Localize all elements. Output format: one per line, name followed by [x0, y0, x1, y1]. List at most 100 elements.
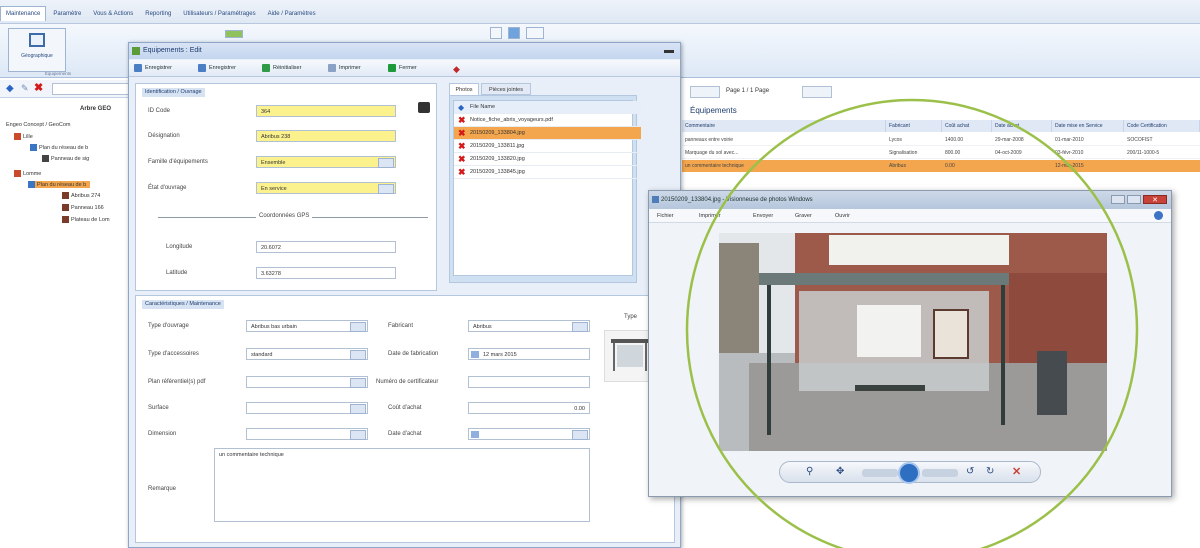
delete-icon[interactable]: ✖	[458, 114, 466, 127]
maximize-icon[interactable]	[1127, 195, 1141, 204]
tree-node-plan-lille[interactable]: Plan du réseau de b	[30, 144, 88, 151]
tree-search-input[interactable]	[52, 83, 132, 95]
photo-row-selected[interactable]: ✖ 20150209_133804.jpg	[454, 127, 641, 140]
table-row[interactable]: panneaux entre voirie Lycos 1400.00 29-mar-…	[682, 134, 1200, 146]
viewer-menu-send[interactable]: Envoyer	[753, 210, 773, 222]
ribbon-small-button-2[interactable]	[508, 27, 520, 39]
ribbon-small-button-1[interactable]	[490, 27, 502, 39]
tab-attachments[interactable]: Pièces jointes	[481, 83, 531, 95]
add-photo-icon[interactable]: ◆	[458, 101, 464, 114]
tree-node-lomme[interactable]: Lomme	[14, 170, 41, 177]
tree-node-panneau-166[interactable]: Panneau 166	[62, 204, 104, 211]
column-header[interactable]: Date mise en Service	[1052, 120, 1124, 132]
menu-item-help[interactable]: Aide / Paramètres	[263, 7, 321, 21]
cert-input[interactable]	[468, 376, 590, 388]
photo-row[interactable]: ✖ 20150209_133811.jpg	[454, 140, 641, 153]
save-close-button[interactable]: Enregistrer	[197, 62, 236, 74]
table-row[interactable]: Marquage du sol avec... Signalisation 800.…	[682, 147, 1200, 159]
viewer-menu-burn[interactable]: Graver	[795, 210, 812, 222]
rotate-right-icon[interactable]: ↻	[986, 466, 994, 477]
photo-row[interactable]: ✖ Notice_fiche_abris_voyageurs.pdf	[454, 114, 641, 127]
type-ouvrage-select[interactable]: Abribus bas urbain	[246, 320, 368, 332]
type-acces-select[interactable]: standard	[246, 348, 368, 360]
close-icon[interactable]: ✕	[1143, 195, 1167, 204]
menu-item-reporting[interactable]: Reporting	[140, 7, 176, 21]
photo-trash-bin	[1037, 351, 1067, 415]
chevron-down-icon	[350, 430, 366, 440]
column-header[interactable]: Fabricant	[886, 120, 942, 132]
dimension-select[interactable]	[246, 428, 368, 440]
delete-icon[interactable]: ✖	[458, 166, 466, 179]
type-acces-value: standard	[251, 352, 273, 358]
column-header[interactable]: Code Certification	[1124, 120, 1200, 132]
viewer-menu-file[interactable]: Fichier	[657, 210, 674, 222]
tree-node-abribus-274[interactable]: Abribus 274	[62, 192, 100, 199]
help-icon[interactable]	[1154, 211, 1163, 220]
surface-select[interactable]	[246, 402, 368, 414]
edit-icon[interactable]: ✎	[21, 83, 29, 94]
surface-label: Surface	[148, 405, 169, 411]
fabricant-select[interactable]: Abribus	[468, 320, 590, 332]
pager-next-button[interactable]	[802, 86, 832, 98]
geographic-button[interactable]: Géographique	[8, 28, 66, 72]
ribbon-green-icon[interactable]	[225, 30, 243, 38]
column-header[interactable]: Commentaire	[682, 120, 886, 132]
close-button[interactable]: Fermer	[387, 62, 417, 74]
menu-item-users[interactable]: Utilisateurs / Paramétrages	[178, 7, 260, 21]
tab-photos[interactable]: Photos	[449, 83, 479, 95]
pager-prev-button[interactable]	[690, 86, 720, 98]
delete-icon[interactable]: ✖	[458, 153, 466, 166]
calendar-icon[interactable]	[471, 351, 479, 358]
table-row-selected[interactable]: un commentaire technique Abribus 0.00 12-ma…	[682, 160, 1200, 172]
menu-item-actions[interactable]: Vous & Actions	[88, 7, 138, 21]
photos-list: ◆ File Name ✖ Notice_fiche_abris_voyageurs…	[453, 100, 641, 276]
column-header[interactable]: Coût achat	[942, 120, 992, 132]
state-select[interactable]: En service	[256, 182, 396, 194]
dialog-minimize-icon[interactable]: ▬	[664, 43, 674, 59]
add-icon[interactable]: ◆	[6, 83, 14, 94]
delete-icon[interactable]: ✖	[34, 82, 43, 94]
date-fab-input[interactable]: 12 mars 2015	[468, 348, 590, 360]
remark-textarea[interactable]: un commentaire technique	[214, 448, 590, 522]
column-header[interactable]: Date achat	[992, 120, 1052, 132]
print-button[interactable]: Imprimer	[327, 62, 361, 74]
family-select[interactable]: Ensemble	[256, 156, 396, 168]
date-fab-label: Date de fabrication	[388, 351, 439, 357]
reset-button[interactable]: Réinitialiser	[261, 62, 301, 74]
viewer-menu-open[interactable]: Ouvrir	[835, 210, 850, 222]
ribbon-small-button-3[interactable]	[526, 27, 544, 39]
type-label: Type	[624, 314, 638, 320]
id-code-input[interactable]: 364	[256, 105, 396, 117]
designation-input[interactable]: Abribus 238	[256, 130, 396, 142]
menu-item-maintenance[interactable]: Maintenance	[0, 6, 47, 21]
plan-select[interactable]	[246, 376, 368, 388]
viewer-menu-print[interactable]: Imprimer	[699, 210, 721, 222]
menu-item-parametre[interactable]: Paramètre	[48, 7, 86, 21]
actual-size-icon[interactable]: ✥	[836, 466, 844, 477]
delete-icon[interactable]: ✖	[458, 140, 466, 153]
delete-icon[interactable]: ✕	[1012, 465, 1021, 478]
tree-node-root[interactable]: Engeo Concept / GeoCom	[6, 122, 71, 128]
tree-node-plan-lomme[interactable]: Plan du réseau de b	[28, 181, 91, 188]
photos-list-header[interactable]: ◆ File Name	[454, 101, 641, 114]
next-button[interactable]	[922, 469, 958, 477]
photo-row[interactable]: ✖ 20150209_133820.jpg	[454, 153, 641, 166]
photo-row[interactable]: ✖ 20150209_133845.jpg	[454, 166, 641, 179]
tree-node-lille[interactable]: Lille	[14, 133, 33, 140]
tree-node-plateau[interactable]: Plateau de Lom	[62, 216, 110, 223]
cout-input[interactable]: 0.00	[468, 402, 590, 414]
photo-tree	[719, 243, 759, 353]
slideshow-button[interactable]	[898, 462, 920, 484]
tree-node-panneau-sig[interactable]: Panneau de sig	[42, 155, 89, 162]
delete-icon[interactable]: ✖	[458, 127, 466, 140]
minimize-icon[interactable]	[1111, 195, 1125, 204]
date-achat-input[interactable]	[468, 428, 590, 440]
longitude-input[interactable]: 20.6072	[256, 241, 396, 253]
zoom-icon[interactable]: ⚲	[806, 466, 813, 477]
rotate-left-icon[interactable]: ↺	[966, 466, 974, 477]
calendar-icon[interactable]	[471, 431, 479, 438]
camera-icon[interactable]	[418, 102, 430, 113]
latitude-input[interactable]: 3.63278	[256, 267, 396, 279]
previous-button[interactable]	[862, 469, 898, 477]
save-button[interactable]: Enregistrer	[133, 62, 172, 74]
